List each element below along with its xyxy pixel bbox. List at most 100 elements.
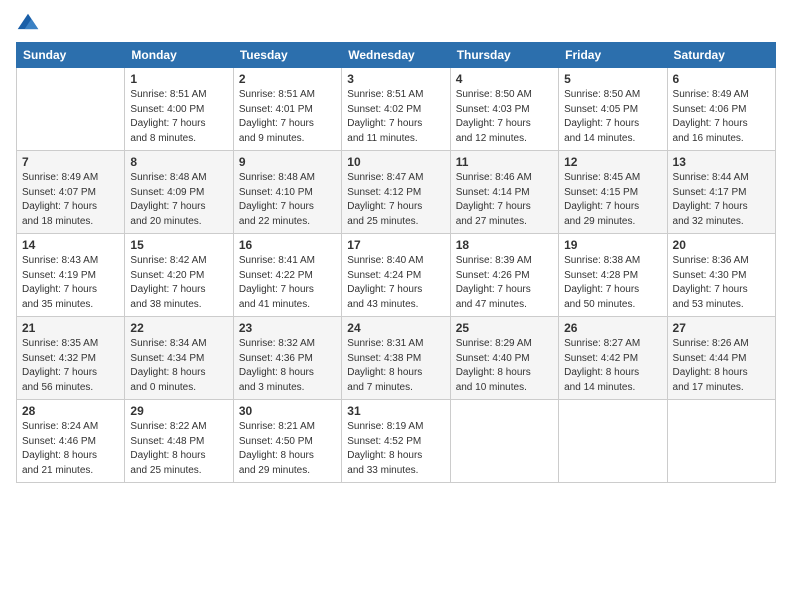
day-info: Sunrise: 8:51 AM Sunset: 4:02 PM Dayligh… [347, 88, 444, 146]
day-info: Sunrise: 8:26 AM Sunset: 4:44 PM Dayligh… [673, 337, 770, 395]
calendar-cell: 21Sunrise: 8:35 AM Sunset: 4:32 PM Dayli… [17, 317, 125, 400]
header [16, 12, 776, 36]
day-number: 9 [239, 155, 336, 169]
week-row-2: 7 Sunrise: 8:49 AM Sunset: 4:07 PM Daylig… [17, 151, 776, 234]
day-info: Sunrise: 8:48 AM Sunset: 4:09 PM Dayligh… [130, 171, 227, 229]
day-info: Sunrise: 8:22 AM Sunset: 4:48 PM Dayligh… [130, 420, 227, 478]
day-info: Sunrise: 8:38 AM Sunset: 4:28 PM Dayligh… [564, 254, 661, 312]
day-info: Sunrise: 8:45 AM Sunset: 4:15 PM Dayligh… [564, 171, 661, 229]
calendar-cell: 4 Sunrise: 8:50 AM Sunset: 4:03 PM Daylig… [450, 68, 558, 151]
day-info: Sunrise: 8:49 AM Sunset: 4:06 PM Dayligh… [673, 88, 770, 146]
day-info: Sunrise: 8:49 AM Sunset: 4:07 PM Dayligh… [22, 171, 119, 229]
calendar-cell: 6 Sunrise: 8:49 AM Sunset: 4:06 PM Daylig… [667, 68, 775, 151]
day-info: Sunrise: 8:42 AM Sunset: 4:20 PM Dayligh… [130, 254, 227, 312]
day-number: 15 [130, 238, 227, 252]
weekday-header-tuesday: Tuesday [233, 43, 341, 68]
day-info: Sunrise: 8:40 AM Sunset: 4:24 PM Dayligh… [347, 254, 444, 312]
week-row-1: 1 Sunrise: 8:51 AM Sunset: 4:00 PM Daylig… [17, 68, 776, 151]
calendar-cell: 12 Sunrise: 8:45 AM Sunset: 4:15 PM Dayli… [559, 151, 667, 234]
day-info: Sunrise: 8:46 AM Sunset: 4:14 PM Dayligh… [456, 171, 553, 229]
day-number: 7 [22, 155, 119, 169]
calendar-cell: 28Sunrise: 8:24 AM Sunset: 4:46 PM Dayli… [17, 400, 125, 483]
calendar-cell: 24 Sunrise: 8:31 AM Sunset: 4:38 PM Dayli… [342, 317, 450, 400]
day-number: 12 [564, 155, 661, 169]
weekday-header-friday: Friday [559, 43, 667, 68]
logo [16, 12, 44, 36]
calendar-cell: 30 Sunrise: 8:21 AM Sunset: 4:50 PM Dayli… [233, 400, 341, 483]
day-info: Sunrise: 8:29 AM Sunset: 4:40 PM Dayligh… [456, 337, 553, 395]
day-number: 3 [347, 72, 444, 86]
calendar-cell: 31 Sunrise: 8:19 AM Sunset: 4:52 PM Dayli… [342, 400, 450, 483]
week-row-3: 14 Sunrise: 8:43 AM Sunset: 4:19 PM Dayli… [17, 234, 776, 317]
day-number: 29 [130, 404, 227, 418]
day-info: Sunrise: 8:32 AM Sunset: 4:36 PM Dayligh… [239, 337, 336, 395]
week-row-4: 21Sunrise: 8:35 AM Sunset: 4:32 PM Dayli… [17, 317, 776, 400]
week-row-5: 28Sunrise: 8:24 AM Sunset: 4:46 PM Dayli… [17, 400, 776, 483]
day-number: 13 [673, 155, 770, 169]
day-number: 5 [564, 72, 661, 86]
calendar-cell: 7 Sunrise: 8:49 AM Sunset: 4:07 PM Daylig… [17, 151, 125, 234]
day-info: Sunrise: 8:43 AM Sunset: 4:19 PM Dayligh… [22, 254, 119, 312]
day-number: 19 [564, 238, 661, 252]
day-info: Sunrise: 8:50 AM Sunset: 4:05 PM Dayligh… [564, 88, 661, 146]
calendar-cell [17, 68, 125, 151]
day-number: 4 [456, 72, 553, 86]
day-info: Sunrise: 8:24 AM Sunset: 4:46 PM Dayligh… [22, 420, 119, 478]
day-info: Sunrise: 8:19 AM Sunset: 4:52 PM Dayligh… [347, 420, 444, 478]
calendar-cell: 9 Sunrise: 8:48 AM Sunset: 4:10 PM Daylig… [233, 151, 341, 234]
calendar-table: SundayMondayTuesdayWednesdayThursdayFrid… [16, 42, 776, 483]
day-info: Sunrise: 8:27 AM Sunset: 4:42 PM Dayligh… [564, 337, 661, 395]
calendar-cell: 23 Sunrise: 8:32 AM Sunset: 4:36 PM Dayli… [233, 317, 341, 400]
day-info: Sunrise: 8:50 AM Sunset: 4:03 PM Dayligh… [456, 88, 553, 146]
calendar-cell: 15 Sunrise: 8:42 AM Sunset: 4:20 PM Dayli… [125, 234, 233, 317]
day-number: 24 [347, 321, 444, 335]
day-number: 1 [130, 72, 227, 86]
calendar-cell: 18Sunrise: 8:39 AM Sunset: 4:26 PM Dayli… [450, 234, 558, 317]
day-info: Sunrise: 8:48 AM Sunset: 4:10 PM Dayligh… [239, 171, 336, 229]
calendar-cell: 11 Sunrise: 8:46 AM Sunset: 4:14 PM Dayli… [450, 151, 558, 234]
day-info: Sunrise: 8:51 AM Sunset: 4:01 PM Dayligh… [239, 88, 336, 146]
day-number: 22 [130, 321, 227, 335]
day-number: 10 [347, 155, 444, 169]
calendar-cell: 25 Sunrise: 8:29 AM Sunset: 4:40 PM Dayli… [450, 317, 558, 400]
calendar-cell: 27 Sunrise: 8:26 AM Sunset: 4:44 PM Dayli… [667, 317, 775, 400]
calendar-cell: 16 Sunrise: 8:41 AM Sunset: 4:22 PM Dayli… [233, 234, 341, 317]
calendar-cell: 3 Sunrise: 8:51 AM Sunset: 4:02 PM Daylig… [342, 68, 450, 151]
calendar-cell: 1 Sunrise: 8:51 AM Sunset: 4:00 PM Daylig… [125, 68, 233, 151]
calendar-cell: 10Sunrise: 8:47 AM Sunset: 4:12 PM Dayli… [342, 151, 450, 234]
day-number: 16 [239, 238, 336, 252]
day-number: 18 [456, 238, 553, 252]
day-info: Sunrise: 8:41 AM Sunset: 4:22 PM Dayligh… [239, 254, 336, 312]
day-number: 26 [564, 321, 661, 335]
weekday-header-sunday: Sunday [17, 43, 125, 68]
calendar-cell: 29 Sunrise: 8:22 AM Sunset: 4:48 PM Dayli… [125, 400, 233, 483]
day-number: 17 [347, 238, 444, 252]
day-info: Sunrise: 8:35 AM Sunset: 4:32 PM Dayligh… [22, 337, 119, 395]
day-number: 11 [456, 155, 553, 169]
day-number: 27 [673, 321, 770, 335]
day-number: 23 [239, 321, 336, 335]
day-info: Sunrise: 8:36 AM Sunset: 4:30 PM Dayligh… [673, 254, 770, 312]
day-number: 25 [456, 321, 553, 335]
calendar-cell: 14 Sunrise: 8:43 AM Sunset: 4:19 PM Dayli… [17, 234, 125, 317]
calendar-cell: 17 Sunrise: 8:40 AM Sunset: 4:24 PM Dayli… [342, 234, 450, 317]
day-info: Sunrise: 8:51 AM Sunset: 4:00 PM Dayligh… [130, 88, 227, 146]
calendar-cell [450, 400, 558, 483]
day-info: Sunrise: 8:31 AM Sunset: 4:38 PM Dayligh… [347, 337, 444, 395]
calendar-cell: 5 Sunrise: 8:50 AM Sunset: 4:05 PM Daylig… [559, 68, 667, 151]
calendar-cell: 13 Sunrise: 8:44 AM Sunset: 4:17 PM Dayli… [667, 151, 775, 234]
day-number: 31 [347, 404, 444, 418]
weekday-header-wednesday: Wednesday [342, 43, 450, 68]
day-info: Sunrise: 8:21 AM Sunset: 4:50 PM Dayligh… [239, 420, 336, 478]
day-number: 6 [673, 72, 770, 86]
logo-icon [16, 12, 40, 36]
calendar-cell: 22 Sunrise: 8:34 AM Sunset: 4:34 PM Dayli… [125, 317, 233, 400]
day-number: 14 [22, 238, 119, 252]
day-info: Sunrise: 8:34 AM Sunset: 4:34 PM Dayligh… [130, 337, 227, 395]
day-number: 30 [239, 404, 336, 418]
calendar-cell: 2Sunrise: 8:51 AM Sunset: 4:01 PM Daylig… [233, 68, 341, 151]
day-info: Sunrise: 8:44 AM Sunset: 4:17 PM Dayligh… [673, 171, 770, 229]
calendar-cell: 20Sunrise: 8:36 AM Sunset: 4:30 PM Dayli… [667, 234, 775, 317]
calendar-cell [559, 400, 667, 483]
calendar-cell: 19 Sunrise: 8:38 AM Sunset: 4:28 PM Dayli… [559, 234, 667, 317]
